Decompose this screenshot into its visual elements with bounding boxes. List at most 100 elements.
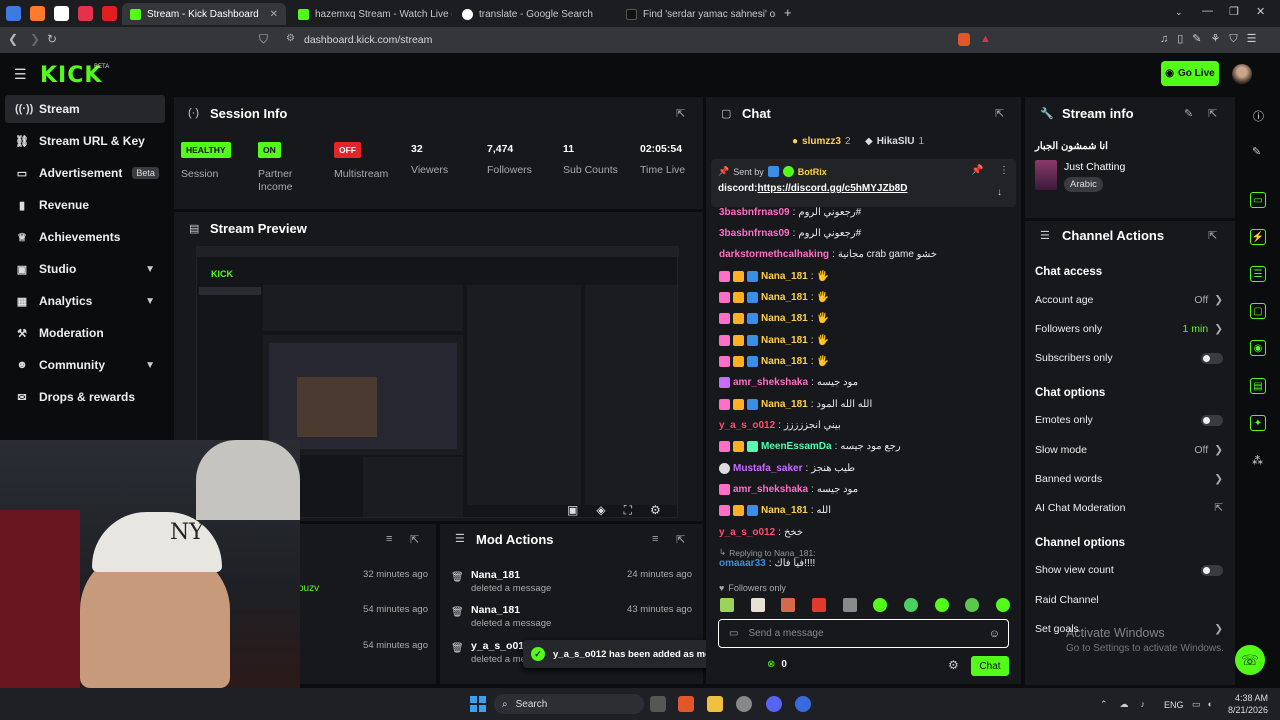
taskbar-search[interactable]: ⌕ Search xyxy=(494,694,644,714)
network-volume-icons[interactable]: ▭◖ xyxy=(1192,699,1218,710)
stream-category[interactable]: Just Chatting xyxy=(1064,161,1125,173)
sidebar-item-analytics[interactable]: ▦ Analytics ▼ xyxy=(5,287,165,315)
filter-icon[interactable]: ≡ xyxy=(652,533,658,545)
emote-icon[interactable] xyxy=(811,598,826,612)
close-tab-icon[interactable]: ✕ xyxy=(270,9,278,20)
expand-icon[interactable]: ⇱ xyxy=(995,107,1004,120)
sidebar-item-drops-rewards[interactable]: ✉ Drops & rewards xyxy=(5,383,165,411)
back-button[interactable]: ❮ xyxy=(8,32,18,46)
lightning-icon[interactable]: ⚡ xyxy=(1250,229,1266,245)
tab-google-search[interactable]: translate - Google Search xyxy=(454,3,616,25)
task-view-icon[interactable] xyxy=(650,696,666,712)
sidebar-item-stream-url-key[interactable]: ⛓ Stream URL & Key xyxy=(5,127,165,155)
chat-message[interactable]: y_a_s_o012: بيني انجززززز xyxy=(719,420,841,431)
chat-message[interactable]: 3basbnfrnas09: رجعوني الروم# xyxy=(719,228,861,239)
emote-icon[interactable] xyxy=(903,598,918,612)
emote-icon[interactable] xyxy=(720,598,734,612)
emotes-only-setting[interactable]: Emotes only xyxy=(1035,414,1223,426)
wrench-icon[interactable]: ✦ xyxy=(1250,415,1266,431)
broadcast-icon[interactable]: ◉ xyxy=(1250,340,1266,356)
emote-icon[interactable] xyxy=(965,598,980,612)
sidebar-item-studio[interactable]: ▣ Studio ▼ xyxy=(5,255,165,283)
slow-mode-setting[interactable]: Slow mode Off ❯ xyxy=(1035,444,1223,456)
discord-link[interactable]: https://discord.gg/c5hMYJZb8D xyxy=(757,183,907,194)
tab-kick-dashboard[interactable]: Stream - Kick Dashboard ✕ xyxy=(122,3,286,25)
mod-action-user[interactable]: y_a_s_o012 xyxy=(471,640,530,652)
sidebar-item-advertisement[interactable]: ▭ Advertisement Beta xyxy=(5,159,165,187)
sidebar-item-revenue[interactable]: ▮ Revenue xyxy=(5,191,165,219)
chat-input[interactable]: ▭ Send a message ☺ xyxy=(718,619,1009,648)
show-view-count-setting[interactable]: Show view count xyxy=(1035,564,1223,576)
obs-taskbar-icon[interactable] xyxy=(795,696,811,712)
emote-icon[interactable] xyxy=(873,598,888,612)
address-bar[interactable]: ⚙ dashboard.kick.com/stream xyxy=(282,31,950,49)
settings-taskbar-icon[interactable] xyxy=(736,696,752,712)
ai-chat-moderation-setting[interactable]: AI Chat Moderation ⇱ xyxy=(1035,502,1223,514)
windows-start-icon[interactable] xyxy=(470,696,486,712)
system-tray-icons[interactable]: ⌃☁♪ xyxy=(1100,699,1157,710)
user-avatar[interactable] xyxy=(1232,64,1252,84)
layout-icon[interactable]: ▤ xyxy=(1250,378,1266,394)
chat-settings-icon[interactable]: ⚙ xyxy=(948,658,959,672)
chat-message[interactable]: omaaar33: فيا فاك!!!! xyxy=(719,558,815,569)
edit-icon[interactable]: ✎ xyxy=(1184,107,1193,120)
chat-message[interactable]: Mustafa_saker: طيب هنجز xyxy=(719,463,855,474)
top-gifter[interactable]: ◆ HikaSlU 1 xyxy=(865,136,924,147)
new-tab-button[interactable]: + xyxy=(784,5,792,20)
top-gifter[interactable]: ● slumzz3 2 xyxy=(792,136,851,147)
expand-icon[interactable]: ⇱ xyxy=(676,533,685,546)
chat-message[interactable]: Nana_181: 🖐 xyxy=(719,313,829,324)
expand-icon[interactable]: ⇱ xyxy=(1208,229,1217,242)
info-icon[interactable]: ⓘ xyxy=(1253,108,1264,124)
subscribers-only-setting[interactable]: Subscribers only xyxy=(1035,352,1223,364)
raid-channel-setting[interactable]: Raid Channel xyxy=(1035,594,1223,606)
brave-shield-icon[interactable] xyxy=(958,33,970,46)
chat-message[interactable]: Nana_181: الله الله المود xyxy=(719,399,872,410)
browser-extension-icons[interactable]: ♫▯✎⚘⛉☰ xyxy=(1160,32,1266,46)
menu-icon[interactable]: ☰ xyxy=(14,66,27,83)
minimize-button[interactable]: — xyxy=(1202,5,1213,17)
expand-icon[interactable]: ⇱ xyxy=(1208,107,1217,120)
chat-message[interactable]: darkstormethcalhaking: مجانية crab game خ… xyxy=(719,249,937,260)
tab-hazemxq-stream[interactable]: hazemxq Stream - Watch Live on Kick xyxy=(290,3,452,25)
bookmark-icon[interactable]: ⛉ xyxy=(259,32,268,47)
chat-message[interactable]: amr_shekshaka: مود جيسه xyxy=(719,484,858,495)
followers-only-setting[interactable]: Followers only 1 min ❯ xyxy=(1035,323,1223,335)
pinned-tab-icon[interactable] xyxy=(54,6,69,21)
expand-icon[interactable]: ⇱ xyxy=(410,533,419,546)
emote-icon[interactable] xyxy=(995,598,1010,612)
list-icon[interactable]: ☰ xyxy=(1250,266,1266,282)
discord-taskbar-icon[interactable] xyxy=(766,696,782,712)
emote-icon[interactable] xyxy=(842,598,857,612)
pinned-tab-icon[interactable] xyxy=(6,6,21,21)
go-live-button[interactable]: ◉ Go Live xyxy=(1161,61,1219,86)
chat-message[interactable]: amr_shekshaka: مود جيسه xyxy=(719,377,858,388)
quick-action-icon[interactable]: ▭ xyxy=(1250,192,1266,208)
emote-icon[interactable] xyxy=(781,598,796,612)
tab-tiktok[interactable]: Find 'serdar yamac sahnesi' on TikTok xyxy=(618,3,776,25)
account-age-setting[interactable]: Account age Off ❯ xyxy=(1035,294,1223,306)
expand-icon[interactable]: ⇱ xyxy=(676,107,685,120)
input-language[interactable]: ENG xyxy=(1164,700,1184,710)
brave-taskbar-icon[interactable] xyxy=(678,696,694,712)
pinned-tab-icon[interactable] xyxy=(78,6,93,21)
emoji-picker-icon[interactable]: ☺ xyxy=(989,628,1000,640)
support-chat-button[interactable]: ☏ xyxy=(1235,645,1265,675)
sidebar-item-community[interactable]: ☻ Community ▼ xyxy=(5,351,165,379)
mod-action-user[interactable]: Nana_181 xyxy=(471,604,520,616)
pinned-tab-icon[interactable] xyxy=(102,6,117,21)
chat-send-button[interactable]: Chat xyxy=(971,656,1009,676)
sidebar-item-stream[interactable]: ((·)) Stream xyxy=(5,95,165,123)
chat-message[interactable]: Nana_181: 🖐 xyxy=(719,271,829,282)
tab-search-icon[interactable]: ⌄ xyxy=(1175,7,1183,18)
collapse-arrow-icon[interactable]: ↓ xyxy=(997,187,1002,198)
preview-controls-icons[interactable]: ▣◈⛶⚙ xyxy=(567,503,679,518)
forward-button[interactable]: ❯ xyxy=(30,32,40,46)
brave-rewards-icon[interactable]: ▲ xyxy=(980,33,991,45)
chat-icon[interactable]: ▢ xyxy=(1250,303,1266,319)
emote-icon[interactable] xyxy=(934,598,949,612)
clock-time[interactable]: 4:38 AM xyxy=(1226,693,1268,703)
pinned-tab-icon[interactable] xyxy=(30,6,45,21)
sidebar-item-moderation[interactable]: ⚒ Moderation xyxy=(5,319,165,347)
chat-message[interactable]: Nana_181: 🖐 xyxy=(719,335,829,346)
